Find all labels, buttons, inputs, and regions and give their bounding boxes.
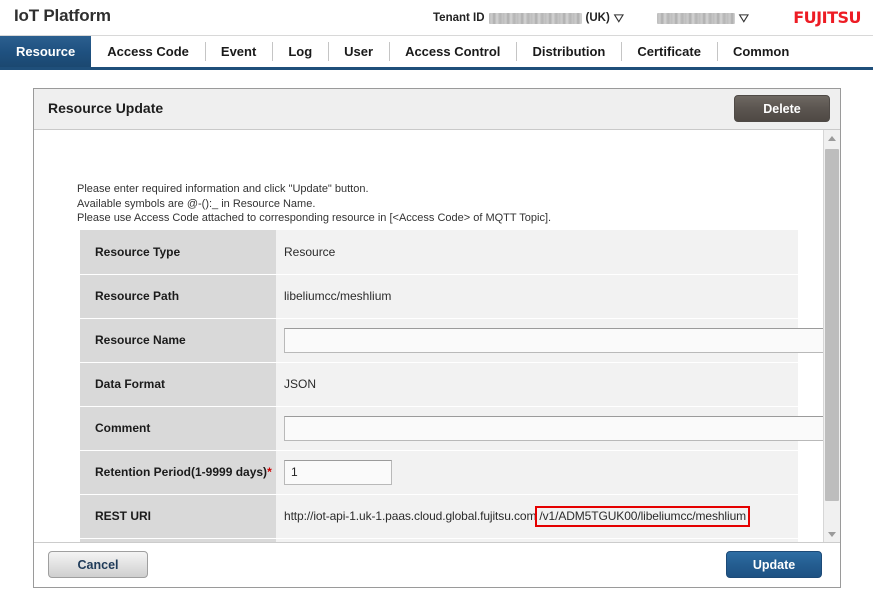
tab-label: Common	[732, 44, 790, 59]
main-navigation-tabs: Resource Access Code Event Log User Acce…	[0, 36, 873, 70]
user-name-redacted	[656, 12, 735, 24]
tenant-region-label: (UK)	[585, 12, 610, 24]
tab-label: Resource	[16, 44, 76, 59]
tab-label: Log	[288, 44, 313, 59]
chevron-down-icon[interactable]: ▽	[739, 13, 749, 24]
field-label-resource-type: Resource Type	[80, 230, 276, 275]
instructions-line-2: Available symbols are @-():_ in Resource…	[77, 197, 316, 210]
field-label-retention-period: Retention Period(1-9999 days)*	[80, 450, 276, 495]
table-row: Retention Period(1-9999 days)*	[80, 450, 798, 495]
tab-resource[interactable]: Resource	[0, 36, 92, 67]
panel-footer: Cancel Update	[34, 543, 840, 587]
instructions-text: Please enter required information and cl…	[77, 182, 551, 226]
tenant-id-value-redacted	[488, 12, 582, 24]
tab-label: Access Code	[107, 44, 189, 59]
table-row: Comment	[80, 406, 836, 451]
form-vertical-scrollbar[interactable]	[823, 130, 840, 542]
tab-label: Certificate	[637, 44, 701, 59]
table-row: Resource Name	[80, 318, 836, 363]
required-asterisk: *	[267, 465, 272, 479]
scroll-down-arrow-icon[interactable]	[824, 526, 840, 542]
header-right-controls: Tenant ID (UK) ▽ ▽ FUJITSU	[433, 0, 873, 36]
resource-name-input[interactable]	[284, 327, 836, 353]
tab-log[interactable]: Log	[272, 36, 328, 67]
tab-access-code[interactable]: Access Code	[91, 36, 205, 67]
field-value-data-format: JSON	[276, 362, 798, 407]
rest-uri-highlighted-path: /v1/ADM5TGUK00/libeliumcc/meshlium	[535, 506, 751, 527]
table-row: Resource Path libeliumcc/meshlium	[80, 274, 798, 319]
tab-label: User	[344, 44, 374, 59]
rest-uri-prefix: http://iot-api-1.uk-1.paas.cloud.global.…	[284, 509, 537, 523]
retention-period-label: Retention Period(1-9999 days)	[95, 465, 268, 479]
fujitsu-logo: FUJITSU	[793, 7, 861, 27]
tab-user[interactable]: User	[328, 36, 389, 67]
field-value-resource-type: Resource	[276, 230, 798, 275]
field-label-data-format: Data Format	[80, 362, 276, 407]
user-menu[interactable]: ▽	[656, 12, 749, 24]
chevron-down-icon[interactable]: ▽	[614, 13, 624, 24]
tab-label: Event	[220, 44, 257, 59]
field-cell-comment	[276, 406, 836, 451]
app-header: IoT Platform Tenant ID (UK) ▽ ▽ FUJITSU	[0, 0, 873, 36]
page-title: Resource Update	[48, 100, 164, 116]
retention-period-input[interactable]	[284, 459, 392, 485]
tab-certificate[interactable]: Certificate	[621, 36, 717, 67]
tab-event[interactable]: Event	[204, 36, 272, 67]
tenant-selector[interactable]: Tenant ID (UK) ▽	[433, 12, 623, 24]
field-value-resource-path: libeliumcc/meshlium	[276, 274, 798, 319]
field-label-rest-uri: REST URI	[80, 494, 276, 539]
field-label-comment: Comment	[80, 406, 276, 451]
field-label-resource-path: Resource Path	[80, 274, 276, 319]
tab-label: Access Control	[405, 44, 501, 59]
panel-header: Resource Update Delete	[34, 89, 840, 130]
instructions-line-1: Please enter required information and cl…	[77, 183, 369, 195]
resource-form-table: Resource Type Resource Resource Path lib…	[80, 230, 836, 542]
app-title: IoT Platform	[14, 6, 111, 25]
tab-common[interactable]: Common	[716, 36, 805, 67]
field-cell-retention-period	[276, 450, 798, 495]
table-row: Data Format JSON	[80, 362, 798, 407]
field-cell-resource-name	[276, 318, 836, 363]
tab-label: Distribution	[532, 44, 606, 59]
table-row: Resource Type Resource	[80, 230, 798, 275]
tenant-id-label: Tenant ID	[433, 12, 485, 24]
comment-input[interactable]	[284, 415, 836, 441]
table-row: REST URI http://iot-api-1.uk-1.paas.clou…	[80, 494, 798, 539]
delete-button[interactable]: Delete	[734, 95, 830, 122]
tab-distribution[interactable]: Distribution	[516, 36, 621, 67]
field-label-resource-name: Resource Name	[80, 318, 276, 363]
form-scroll-area: Please enter required information and cl…	[34, 130, 840, 543]
scroll-up-arrow-icon[interactable]	[824, 130, 840, 147]
field-value-rest-uri: http://iot-api-1.uk-1.paas.cloud.global.…	[276, 494, 798, 539]
cancel-button[interactable]: Cancel	[48, 551, 148, 578]
instructions-line-3: Please use Access Code attached to corre…	[77, 212, 552, 224]
tab-access-control[interactable]: Access Control	[389, 36, 516, 67]
update-button[interactable]: Update	[726, 551, 822, 578]
resource-update-panel: Resource Update Delete Please enter requ…	[33, 88, 841, 588]
scrollbar-thumb[interactable]	[825, 149, 839, 501]
